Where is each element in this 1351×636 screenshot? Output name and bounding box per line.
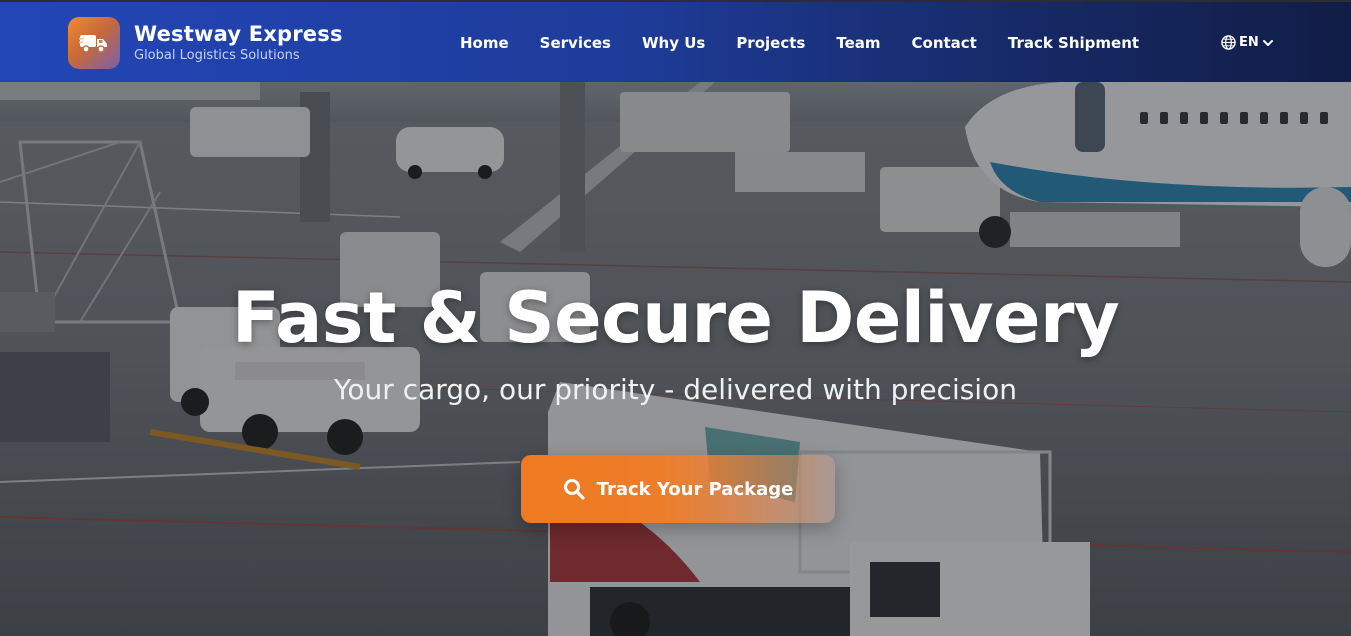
truck-icon	[68, 17, 120, 69]
nav-link-home[interactable]: Home	[460, 33, 509, 53]
nav-link-projects[interactable]: Projects	[736, 33, 805, 53]
nav-link-services[interactable]: Services	[540, 33, 611, 53]
nav-link-team[interactable]: Team	[836, 33, 880, 53]
brand-tagline: Global Logistics Solutions	[134, 48, 300, 63]
nav-link-why-us[interactable]: Why Us	[642, 33, 705, 53]
track-package-button[interactable]: Track Your Package	[521, 455, 835, 523]
top-navbar: Westway Express Global Logistics Solutio…	[0, 0, 1351, 82]
hero-subtitle: Your cargo, our priority - delivered wit…	[334, 373, 1017, 406]
brand[interactable]: Westway Express Global Logistics Solutio…	[68, 17, 343, 69]
nav-link-contact[interactable]: Contact	[912, 33, 977, 53]
hero-title: Fast & Secure Delivery	[231, 277, 1120, 359]
hero-dark-overlay	[0, 82, 1351, 636]
language-label: EN	[1239, 35, 1259, 50]
brand-name: Westway Express	[134, 22, 343, 46]
main-nav: Home Services Why Us Projects Team Conta…	[460, 33, 1139, 53]
globe-icon	[1221, 35, 1236, 50]
search-icon	[563, 478, 585, 500]
nav-link-track-shipment[interactable]: Track Shipment	[1008, 33, 1139, 53]
hero-section: Fast & Secure Delivery Your cargo, our p…	[0, 82, 1351, 636]
track-package-label: Track Your Package	[596, 478, 794, 500]
chevron-down-icon	[1262, 37, 1274, 49]
language-selector[interactable]: EN	[1221, 35, 1274, 50]
